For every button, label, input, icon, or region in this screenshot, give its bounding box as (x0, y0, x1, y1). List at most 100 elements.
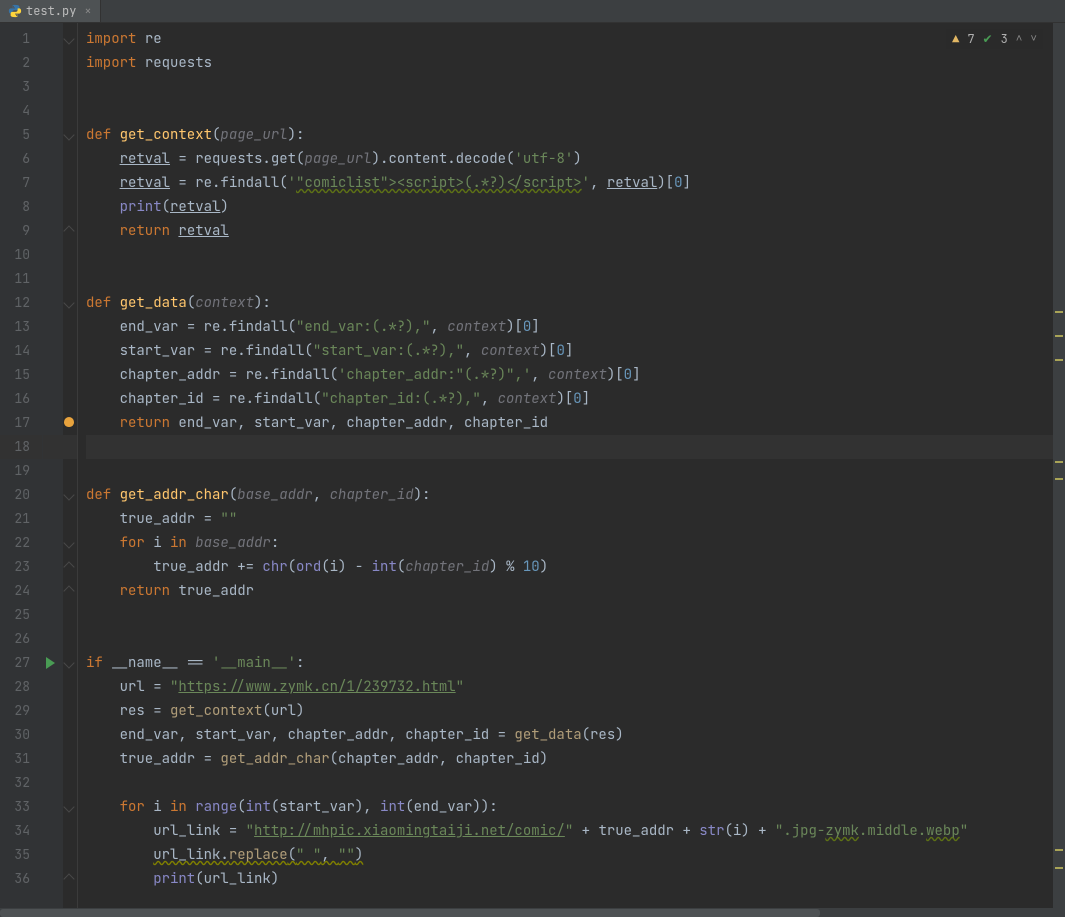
code-line[interactable]: return true_addr (86, 579, 1065, 603)
line-number[interactable]: 30 (0, 723, 42, 747)
line-number[interactable]: 34 (0, 819, 42, 843)
line-number[interactable]: 9 (0, 219, 42, 243)
code-line[interactable] (86, 99, 1065, 123)
line-number[interactable]: 22 (0, 531, 42, 555)
line-number[interactable]: 35 (0, 843, 42, 867)
code-line[interactable]: true_addr += chr(ord(i) - int(chapter_id… (86, 555, 1065, 579)
warning-marker[interactable] (1055, 335, 1063, 337)
editor-tab[interactable]: test.py × (0, 0, 101, 22)
line-number[interactable]: 36 (0, 867, 42, 891)
fold-close-icon[interactable] (63, 561, 74, 572)
line-number[interactable]: 7 (0, 171, 42, 195)
code-line[interactable] (86, 435, 1065, 459)
warning-marker[interactable] (1055, 359, 1063, 361)
close-tab-icon[interactable]: × (84, 3, 91, 19)
warning-marker[interactable] (1055, 461, 1063, 463)
fold-close-icon[interactable] (63, 225, 74, 236)
line-number[interactable]: 11 (0, 267, 42, 291)
line-number[interactable]: 12 (0, 291, 42, 315)
chevron-down-icon[interactable]: ˅ (1030, 32, 1037, 46)
line-number[interactable]: 3 (0, 75, 42, 99)
code-line[interactable]: retval = re.findall('"comiclist"><script… (86, 171, 1065, 195)
run-gutter[interactable] (43, 23, 63, 908)
fold-open-icon[interactable] (63, 33, 74, 44)
error-stripe[interactable] (1053, 23, 1065, 908)
line-number[interactable]: 24 (0, 579, 42, 603)
code-line[interactable] (86, 267, 1065, 291)
warning-marker[interactable] (1055, 478, 1063, 480)
line-number[interactable]: 18 (0, 435, 42, 459)
code-line[interactable]: true_addr = "" (86, 507, 1065, 531)
code-line[interactable]: def get_addr_char(base_addr, chapter_id)… (86, 483, 1065, 507)
intention-bulb-icon[interactable] (64, 417, 74, 427)
code-line[interactable]: true_addr = get_addr_char(chapter_addr, … (86, 747, 1065, 771)
code-line[interactable]: for i in base_addr: (86, 531, 1065, 555)
code-line[interactable]: url = "https://www.zymk.cn/1/239732.html… (86, 675, 1065, 699)
code-line[interactable]: start_var = re.findall("start_var:(.*?),… (86, 339, 1065, 363)
code-line[interactable]: url_link = "http://mhpic.xiaomingtaiji.n… (86, 819, 1065, 843)
scrollbar-thumb[interactable] (0, 909, 820, 917)
code-line[interactable]: import re (86, 27, 1065, 51)
code-line[interactable]: import requests (86, 51, 1065, 75)
code-line[interactable] (86, 771, 1065, 795)
line-number[interactable]: 21 (0, 507, 42, 531)
code-line[interactable]: return end_var, start_var, chapter_addr,… (86, 411, 1065, 435)
code-line[interactable]: end_var = re.findall("end_var:(.*?),", c… (86, 315, 1065, 339)
fold-open-icon[interactable] (63, 537, 74, 548)
line-number[interactable]: 4 (0, 99, 42, 123)
warning-marker[interactable] (1055, 849, 1063, 851)
code-line[interactable]: chapter_addr = re.findall('chapter_addr:… (86, 363, 1065, 387)
line-number[interactable]: 8 (0, 195, 42, 219)
code-line[interactable]: res = get_context(url) (86, 699, 1065, 723)
line-number-gutter[interactable]: 1234567891011121314151617181920212223242… (0, 23, 43, 908)
run-icon[interactable] (46, 657, 55, 669)
code-line[interactable]: retval = requests.get(page_url).content.… (86, 147, 1065, 171)
code-line[interactable]: end_var, start_var, chapter_addr, chapte… (86, 723, 1065, 747)
fold-gutter[interactable] (63, 23, 78, 908)
code-line[interactable]: print(retval) (86, 195, 1065, 219)
code-line[interactable]: for i in range(int(start_var), int(end_v… (86, 795, 1065, 819)
fold-open-icon[interactable] (63, 297, 74, 308)
warning-marker[interactable] (1055, 311, 1063, 313)
line-number[interactable]: 28 (0, 675, 42, 699)
fold-open-icon[interactable] (63, 801, 74, 812)
line-number[interactable]: 15 (0, 363, 42, 387)
line-number[interactable]: 31 (0, 747, 42, 771)
code-area[interactable]: import reimport requests def get_context(… (78, 23, 1065, 908)
code-line[interactable]: chapter_id = re.findall("chapter_id:(.*?… (86, 387, 1065, 411)
code-line[interactable] (86, 627, 1065, 651)
line-number[interactable]: 20 (0, 483, 42, 507)
code-line[interactable] (86, 603, 1065, 627)
line-number[interactable]: 23 (0, 555, 42, 579)
line-number[interactable]: 6 (0, 147, 42, 171)
fold-close-icon[interactable] (63, 873, 74, 884)
fold-close-icon[interactable] (63, 585, 74, 596)
code-line[interactable]: url_link.replace(" ", "") (86, 843, 1065, 867)
line-number[interactable]: 14 (0, 339, 42, 363)
line-number[interactable]: 27 (0, 651, 42, 675)
line-number[interactable]: 32 (0, 771, 42, 795)
code-line[interactable]: def get_context(page_url): (86, 123, 1065, 147)
line-number[interactable]: 26 (0, 627, 42, 651)
line-number[interactable]: 29 (0, 699, 42, 723)
chevron-up-icon[interactable]: ˄ (1016, 32, 1023, 46)
code-line[interactable]: def get_data(context): (86, 291, 1065, 315)
code-line[interactable] (86, 243, 1065, 267)
fold-open-icon[interactable] (63, 489, 74, 500)
horizontal-scrollbar[interactable] (0, 908, 1065, 917)
code-line[interactable]: if __name__ == '__main__': (86, 651, 1065, 675)
line-number[interactable]: 19 (0, 459, 42, 483)
fold-open-icon[interactable] (63, 129, 74, 140)
line-number[interactable]: 33 (0, 795, 42, 819)
line-number[interactable]: 25 (0, 603, 42, 627)
fold-open-icon[interactable] (63, 657, 74, 668)
code-line[interactable] (86, 459, 1065, 483)
code-line[interactable] (86, 75, 1065, 99)
line-number[interactable]: 2 (0, 51, 42, 75)
code-line[interactable]: return retval (86, 219, 1065, 243)
warning-marker[interactable] (1055, 867, 1063, 869)
line-number[interactable]: 10 (0, 243, 42, 267)
line-number[interactable]: 17 (0, 411, 42, 435)
line-number[interactable]: 13 (0, 315, 42, 339)
inspections-widget[interactable]: ▲ 7 ✔ 3 ˄ ˅ (946, 29, 1043, 49)
